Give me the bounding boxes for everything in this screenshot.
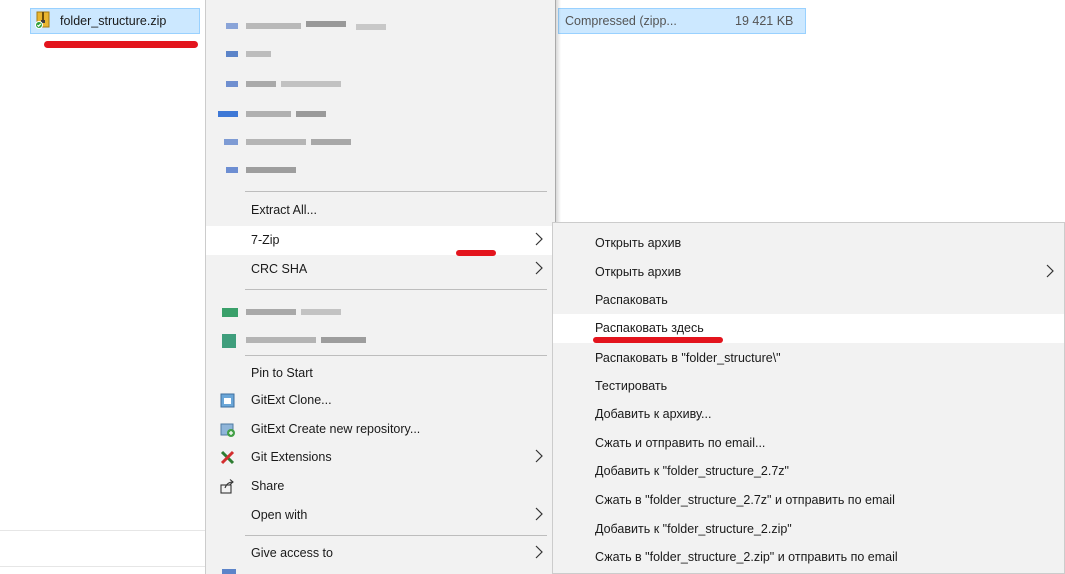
menu-item-label: Share [251, 479, 285, 493]
blurred-menu-item[interactable] [206, 298, 555, 327]
menu-item-open-with[interactable]: Open with [206, 501, 555, 530]
blurred-menu-item[interactable] [206, 156, 555, 185]
blurred-menu-item[interactable] [206, 12, 555, 41]
submenu-item-label: Открыть архив [595, 265, 682, 279]
submenu-item-label: Сжать в "folder_structure_2.zip" и отпра… [595, 550, 898, 564]
submenu-item-label: Добавить к "folder_structure_2.7z" [595, 464, 789, 478]
file-name[interactable]: folder_structure.zip [60, 14, 166, 28]
menu-item-label: Pin to Start [251, 366, 313, 380]
menu-item-label: 7-Zip [251, 233, 280, 247]
submenu-item-compress-zip-email[interactable]: Сжать в "folder_structure_2.zip" и отпра… [553, 543, 1064, 572]
submenu-item-compress-7z-email[interactable]: Сжать в "folder_structure_2.7z" и отправ… [553, 486, 1064, 515]
menu-separator [245, 289, 547, 290]
blurred-menu-item[interactable] [206, 70, 555, 99]
explorer-pane-divider [0, 530, 205, 531]
menu-item-crc-sha[interactable]: CRC SHA [206, 255, 555, 284]
menu-item-git-extensions[interactable]: Git Extensions [206, 443, 555, 472]
git-extensions-icon [220, 450, 235, 465]
menu-item-label: CRC SHA [251, 262, 308, 276]
annotation-underline-file [44, 41, 198, 48]
context-menu: Extract All... 7-Zip CRC SHA Pin to Star… [205, 0, 561, 574]
submenu-item-add-to-archive[interactable]: Добавить к архиву... [553, 400, 1064, 429]
submenu-item-extract-to-folder[interactable]: Распаковать в "folder_structure\" [553, 344, 1064, 373]
submenu-item-label: Сжать и отправить по email... [595, 436, 766, 450]
submenu-item-label: Распаковать в "folder_structure\" [595, 351, 781, 365]
annotation-underline-extract-here [593, 337, 723, 343]
7zip-submenu: Открыть архив Открыть архив Распаковать … [552, 222, 1065, 574]
blurred-menu-item[interactable] [206, 326, 555, 355]
submenu-item-extract[interactable]: Распаковать [553, 286, 1064, 315]
menu-item-label: Git Extensions [251, 450, 332, 464]
chevron-right-icon [535, 545, 543, 559]
submenu-item-label: Добавить к архиву... [595, 407, 712, 421]
chevron-right-icon [1046, 264, 1054, 278]
submenu-item-add-zip[interactable]: Добавить к "folder_structure_2.zip" [553, 515, 1064, 544]
menu-item-pin-to-start[interactable]: Pin to Start [206, 359, 555, 388]
menu-item-share[interactable]: Share [206, 472, 555, 501]
chevron-right-icon [535, 232, 543, 246]
blurred-menu-item[interactable] [206, 100, 555, 129]
gitext-clone-icon [220, 393, 235, 408]
menu-separator [245, 191, 547, 192]
submenu-item-label: Сжать в "folder_structure_2.7z" и отправ… [595, 493, 895, 507]
menu-item-label: Open with [251, 508, 308, 522]
menu-item-gitext-clone[interactable]: GitExt Clone... [206, 386, 555, 415]
submenu-item-label: Распаковать [595, 293, 668, 307]
chevron-right-icon [535, 261, 543, 275]
blurred-menu-item [222, 569, 236, 574]
blurred-menu-item[interactable] [206, 40, 555, 69]
menu-item-give-access-to[interactable]: Give access to [206, 539, 555, 568]
menu-item-label: GitExt Clone... [251, 393, 332, 407]
submenu-item-add-7z[interactable]: Добавить к "folder_structure_2.7z" [553, 457, 1064, 486]
submenu-item-label: Тестировать [595, 379, 668, 393]
menu-item-gitext-create[interactable]: GitExt Create new repository... [206, 415, 555, 444]
submenu-item-compress-email[interactable]: Сжать и отправить по email... [553, 429, 1064, 458]
menu-item-label: Extract All... [251, 203, 317, 217]
zip-file-icon [35, 11, 50, 29]
chevron-right-icon [535, 507, 543, 521]
menu-separator [245, 355, 547, 356]
submenu-item-label: Открыть архив [595, 236, 682, 250]
blurred-menu-item[interactable] [206, 128, 555, 157]
share-icon [220, 479, 234, 494]
menu-separator [245, 535, 547, 536]
menu-item-label: GitExt Create new repository... [251, 422, 421, 436]
file-type: Compressed (zipp... [565, 14, 677, 28]
submenu-item-label: Добавить к "folder_structure_2.zip" [595, 522, 792, 536]
menu-item-extract-all[interactable]: Extract All... [206, 196, 555, 225]
submenu-item-open-archive-more[interactable]: Открыть архив [553, 258, 1064, 287]
submenu-item-label: Распаковать здесь [595, 321, 704, 335]
file-size: 19 421 KB [735, 14, 794, 28]
submenu-item-test[interactable]: Тестировать [553, 372, 1064, 401]
submenu-item-open-archive[interactable]: Открыть архив [553, 229, 1064, 258]
chevron-right-icon [535, 449, 543, 463]
menu-item-label: Give access to [251, 546, 333, 560]
menu-item-7zip[interactable]: 7-Zip [206, 226, 555, 255]
explorer-pane-divider [0, 566, 205, 567]
gitext-create-icon [220, 423, 235, 437]
